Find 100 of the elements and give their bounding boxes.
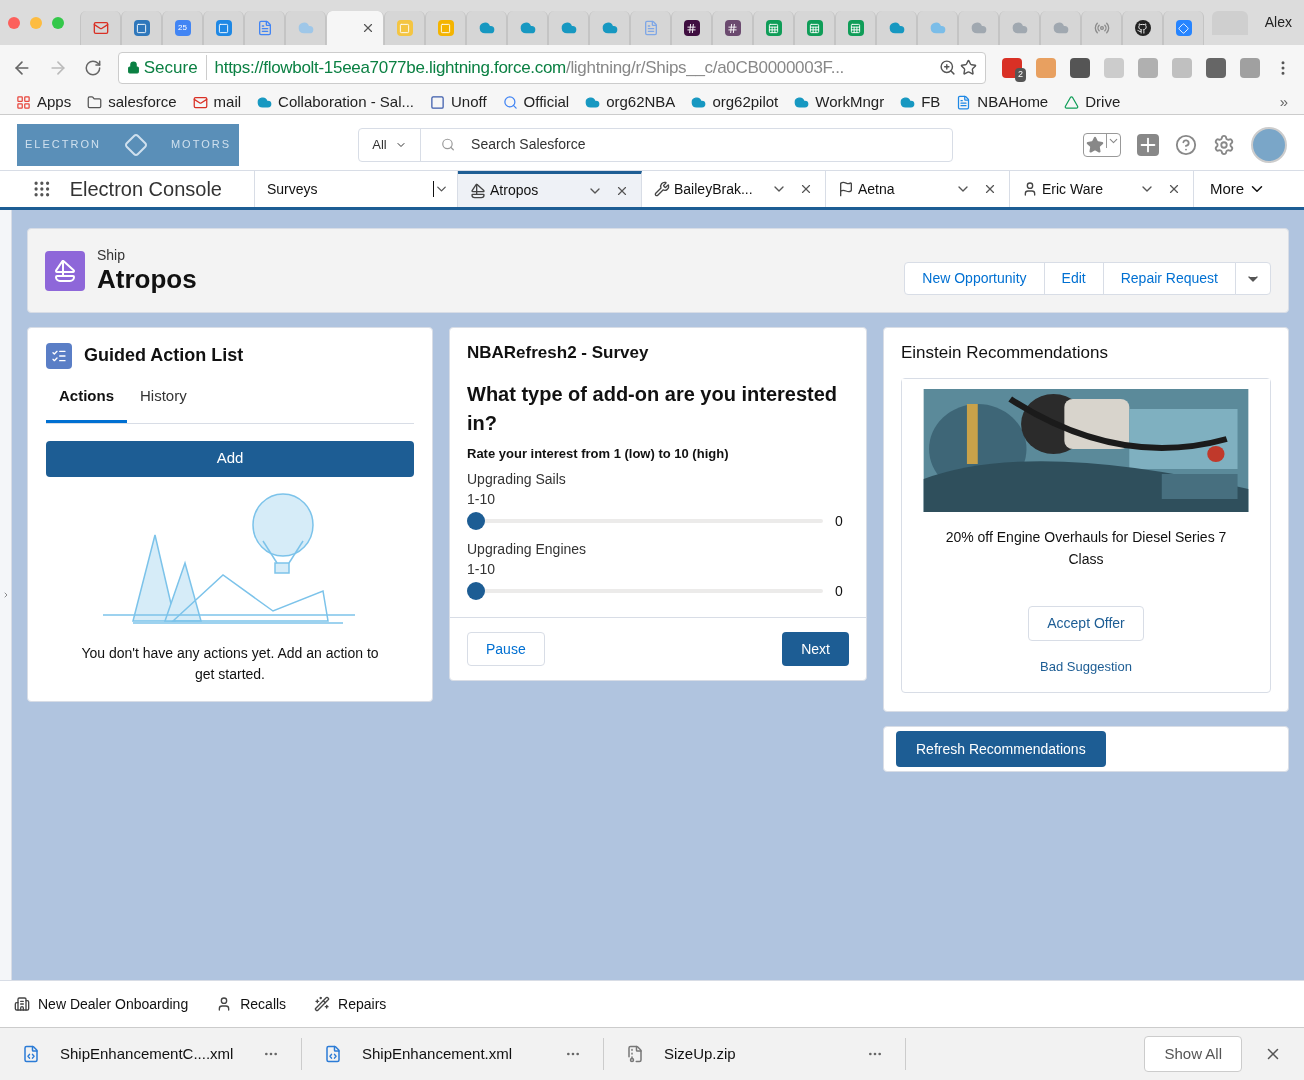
bookmark-star-icon[interactable] <box>960 59 977 76</box>
survey-instruction: Rate your interest from 1 (low) to 10 (high) <box>467 444 730 463</box>
browser-tab[interactable] <box>671 11 712 45</box>
favorites-button[interactable] <box>1083 132 1121 157</box>
slider-range: 1-10 <box>467 560 497 579</box>
close-tab-icon[interactable] <box>983 182 997 196</box>
slider-thumb[interactable] <box>467 512 485 530</box>
bookmark[interactable]: FB <box>900 90 941 114</box>
help-icon[interactable] <box>1175 133 1197 156</box>
accept-offer-button[interactable]: Accept Offer <box>1028 605 1144 641</box>
page-icon <box>956 94 972 110</box>
bookmark[interactable]: Official <box>502 90 570 114</box>
card-tab[interactable]: History <box>127 385 200 423</box>
cloud-icon <box>585 94 601 110</box>
google-icon <box>502 94 518 110</box>
bookmark[interactable]: org62pilot <box>691 90 779 114</box>
secure-label: Secure <box>143 54 207 81</box>
bookmark[interactable]: NBAHome <box>956 90 1049 114</box>
zip-file-icon <box>626 1045 644 1063</box>
bookmark[interactable]: org62NBA <box>585 90 676 114</box>
utility-item[interactable]: Recalls <box>216 993 287 1015</box>
zoom-icon[interactable] <box>939 59 956 76</box>
sailboat-icon <box>470 182 486 199</box>
tab-menu-icon[interactable] <box>433 181 449 197</box>
profile-name[interactable]: Alex <box>1264 12 1292 33</box>
console-tab[interactable]: BaileyBrak... <box>642 171 826 207</box>
close-window-icon[interactable] <box>8 16 20 29</box>
cloud-icon <box>794 94 810 110</box>
code-file-icon <box>22 1045 40 1063</box>
more-tabs-button[interactable]: More <box>1194 171 1283 207</box>
cloud-icon <box>691 94 707 110</box>
lock-icon <box>126 61 140 74</box>
pause-button[interactable]: Pause <box>467 632 545 666</box>
slider[interactable] <box>467 582 823 600</box>
card-tab[interactable]: Actions <box>46 385 127 423</box>
record-name: Atropos <box>97 263 197 295</box>
search-scope-dropdown[interactable]: All <box>359 128 421 161</box>
more-actions-button[interactable] <box>1235 262 1271 295</box>
settings-icon[interactable] <box>1213 133 1235 156</box>
add-icon[interactable] <box>1137 133 1159 156</box>
folder-icon <box>87 94 103 110</box>
bookmark[interactable]: Apps <box>16 90 72 114</box>
avatar-icon[interactable] <box>1251 126 1287 163</box>
code-file-icon <box>324 1045 342 1063</box>
download-item[interactable]: ShipEnhancement.xml <box>302 1038 604 1070</box>
empty-message: You don't have any actions yet. Add an action to get started. <box>80 643 380 684</box>
card-title: Einstein Recommendations <box>901 342 1109 364</box>
show-all-button[interactable]: Show All <box>1144 1036 1242 1072</box>
cloud-icon <box>257 94 273 110</box>
refresh-button[interactable]: Refresh Recommendations <box>896 731 1106 767</box>
next-button[interactable]: Next <box>782 632 849 666</box>
console-tab[interactable]: Eric Ware <box>1010 171 1194 207</box>
bookmark[interactable]: Unoff <box>430 90 487 114</box>
offer-text: 20% off Engine Overhauls for Diesel Series 7 Class <box>944 527 1228 569</box>
flag-icon <box>838 181 854 197</box>
wand-icon <box>314 996 331 1012</box>
bookmark[interactable]: Collaboration - Sal... <box>257 90 414 114</box>
slider-thumb[interactable] <box>467 582 485 600</box>
calendar-icon: 25 <box>174 20 191 36</box>
bookmark[interactable]: mail <box>192 90 242 114</box>
card-title: Guided Action List <box>84 344 244 367</box>
console-tab[interactable]: Aetna <box>826 171 1010 207</box>
bookmark[interactable]: Drive <box>1064 90 1121 114</box>
record-action-button[interactable]: Repair Request <box>1102 262 1236 295</box>
slider-label: Upgrading Sails <box>467 470 567 489</box>
more-bookmarks[interactable]: » <box>1279 90 1288 114</box>
slider-value: 0 <box>835 581 844 601</box>
add-button[interactable]: Add <box>46 440 414 477</box>
drive-icon <box>1064 94 1080 110</box>
utility-item[interactable]: Repairs <box>314 993 387 1015</box>
search-bar[interactable]: All Search Salesforce <box>358 127 953 162</box>
close-tab-icon[interactable] <box>799 182 813 196</box>
cloud-icon <box>900 94 916 110</box>
extension-icon[interactable] <box>1070 57 1090 78</box>
bookmark[interactable]: salesforce <box>87 90 177 114</box>
square-icon <box>430 94 445 110</box>
close-tab-icon[interactable] <box>1167 182 1181 196</box>
person-icon <box>1022 181 1038 197</box>
download-item[interactable]: ShipEnhancementC....xml <box>0 1038 302 1070</box>
record-action-button[interactable]: New Opportunity <box>904 262 1045 295</box>
bad-suggestion-link[interactable]: Bad Suggestion <box>1040 656 1132 676</box>
close-tab-icon[interactable] <box>361 21 375 35</box>
console-tab[interactable]: Atropos <box>458 171 642 207</box>
browser-tab[interactable] <box>1122 11 1163 45</box>
record-action-button[interactable]: Edit <box>1043 262 1104 295</box>
search-icon <box>441 137 456 152</box>
bookmark[interactable]: WorkMngr <box>794 90 885 114</box>
slider-label: Upgrading Engines <box>467 540 588 559</box>
slider[interactable] <box>467 512 823 530</box>
record-type: Ship <box>97 246 127 263</box>
reload-icon[interactable] <box>83 58 102 77</box>
list-icon <box>46 342 72 369</box>
address-bar[interactable]: Secure https://flowbolt-15eea7077be.lightning.force.com/lightning/r/Ships__c/a0CB0000003F... <box>117 51 986 84</box>
download-item[interactable]: SizeUp.zip <box>604 1038 906 1070</box>
browser-tab[interactable]: 25 <box>162 11 203 45</box>
browser-tab[interactable] <box>712 11 753 45</box>
utility-item[interactable]: New Dealer Onboarding <box>14 993 189 1015</box>
extension-icon[interactable] <box>1206 57 1226 78</box>
search-field[interactable]: Search Salesforce <box>471 134 932 155</box>
slider-value: 0 <box>835 511 844 531</box>
